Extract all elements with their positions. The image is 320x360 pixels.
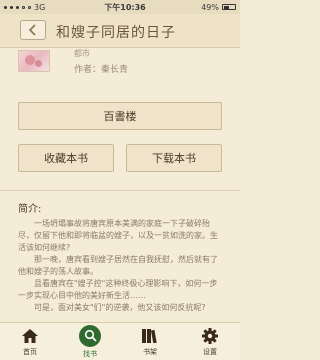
bookshelf-icon	[141, 327, 159, 345]
page-title: 和嫂子同居的日子	[56, 25, 176, 41]
tab-home[interactable]: 首页	[0, 323, 60, 360]
tab-label: 首页	[23, 347, 37, 356]
status-time: 下午10:36	[104, 2, 146, 12]
status-left: 3G	[4, 3, 84, 12]
signal-dot	[10, 5, 13, 9]
status-bar: 3G 下午10:36 49%	[0, 0, 240, 14]
tab-bookshelf[interactable]: 书架	[120, 323, 180, 360]
signal-dot	[16, 5, 19, 9]
carrier-label: 3G	[34, 2, 46, 12]
nav-bar: 和嫂子同居的日子	[0, 14, 240, 48]
book-author: 作者：秦长青	[74, 65, 129, 75]
collect-button[interactable]: 收藏本书	[18, 144, 114, 172]
intro-label: 简介:	[18, 204, 42, 215]
tab-bar: 首页 找书 书架 设置	[0, 322, 240, 360]
tab-find-book[interactable]: 找书	[60, 323, 120, 360]
book-cover	[18, 50, 50, 72]
tab-label: 找书	[83, 349, 97, 358]
gear-icon	[201, 327, 219, 345]
source-button[interactable]: 百書楼	[18, 102, 222, 130]
home-icon	[21, 327, 39, 345]
signal-dot	[22, 5, 25, 9]
status-right: 49%	[166, 3, 236, 12]
battery-icon	[222, 4, 236, 10]
signal-dot	[28, 5, 31, 9]
download-button[interactable]: 下载本书	[126, 144, 222, 172]
divider	[0, 190, 240, 191]
back-button[interactable]	[20, 20, 46, 40]
signal-dot	[4, 5, 7, 9]
intro-text: 一场坍塌事故将唐宾原本美满的家庭一下子破碎殆尽，仅留下他和即将临盆的嫂子，以及一…	[18, 219, 218, 312]
battery-percent: 49%	[201, 2, 219, 12]
tab-settings[interactable]: 设置	[180, 323, 240, 360]
chevron-left-icon	[28, 24, 36, 36]
search-icon	[79, 324, 101, 347]
tab-label: 书架	[143, 347, 157, 356]
tab-label: 设置	[203, 347, 217, 356]
book-info: 都市 作者：秦长青	[0, 48, 240, 78]
book-category: 都市	[74, 49, 90, 58]
